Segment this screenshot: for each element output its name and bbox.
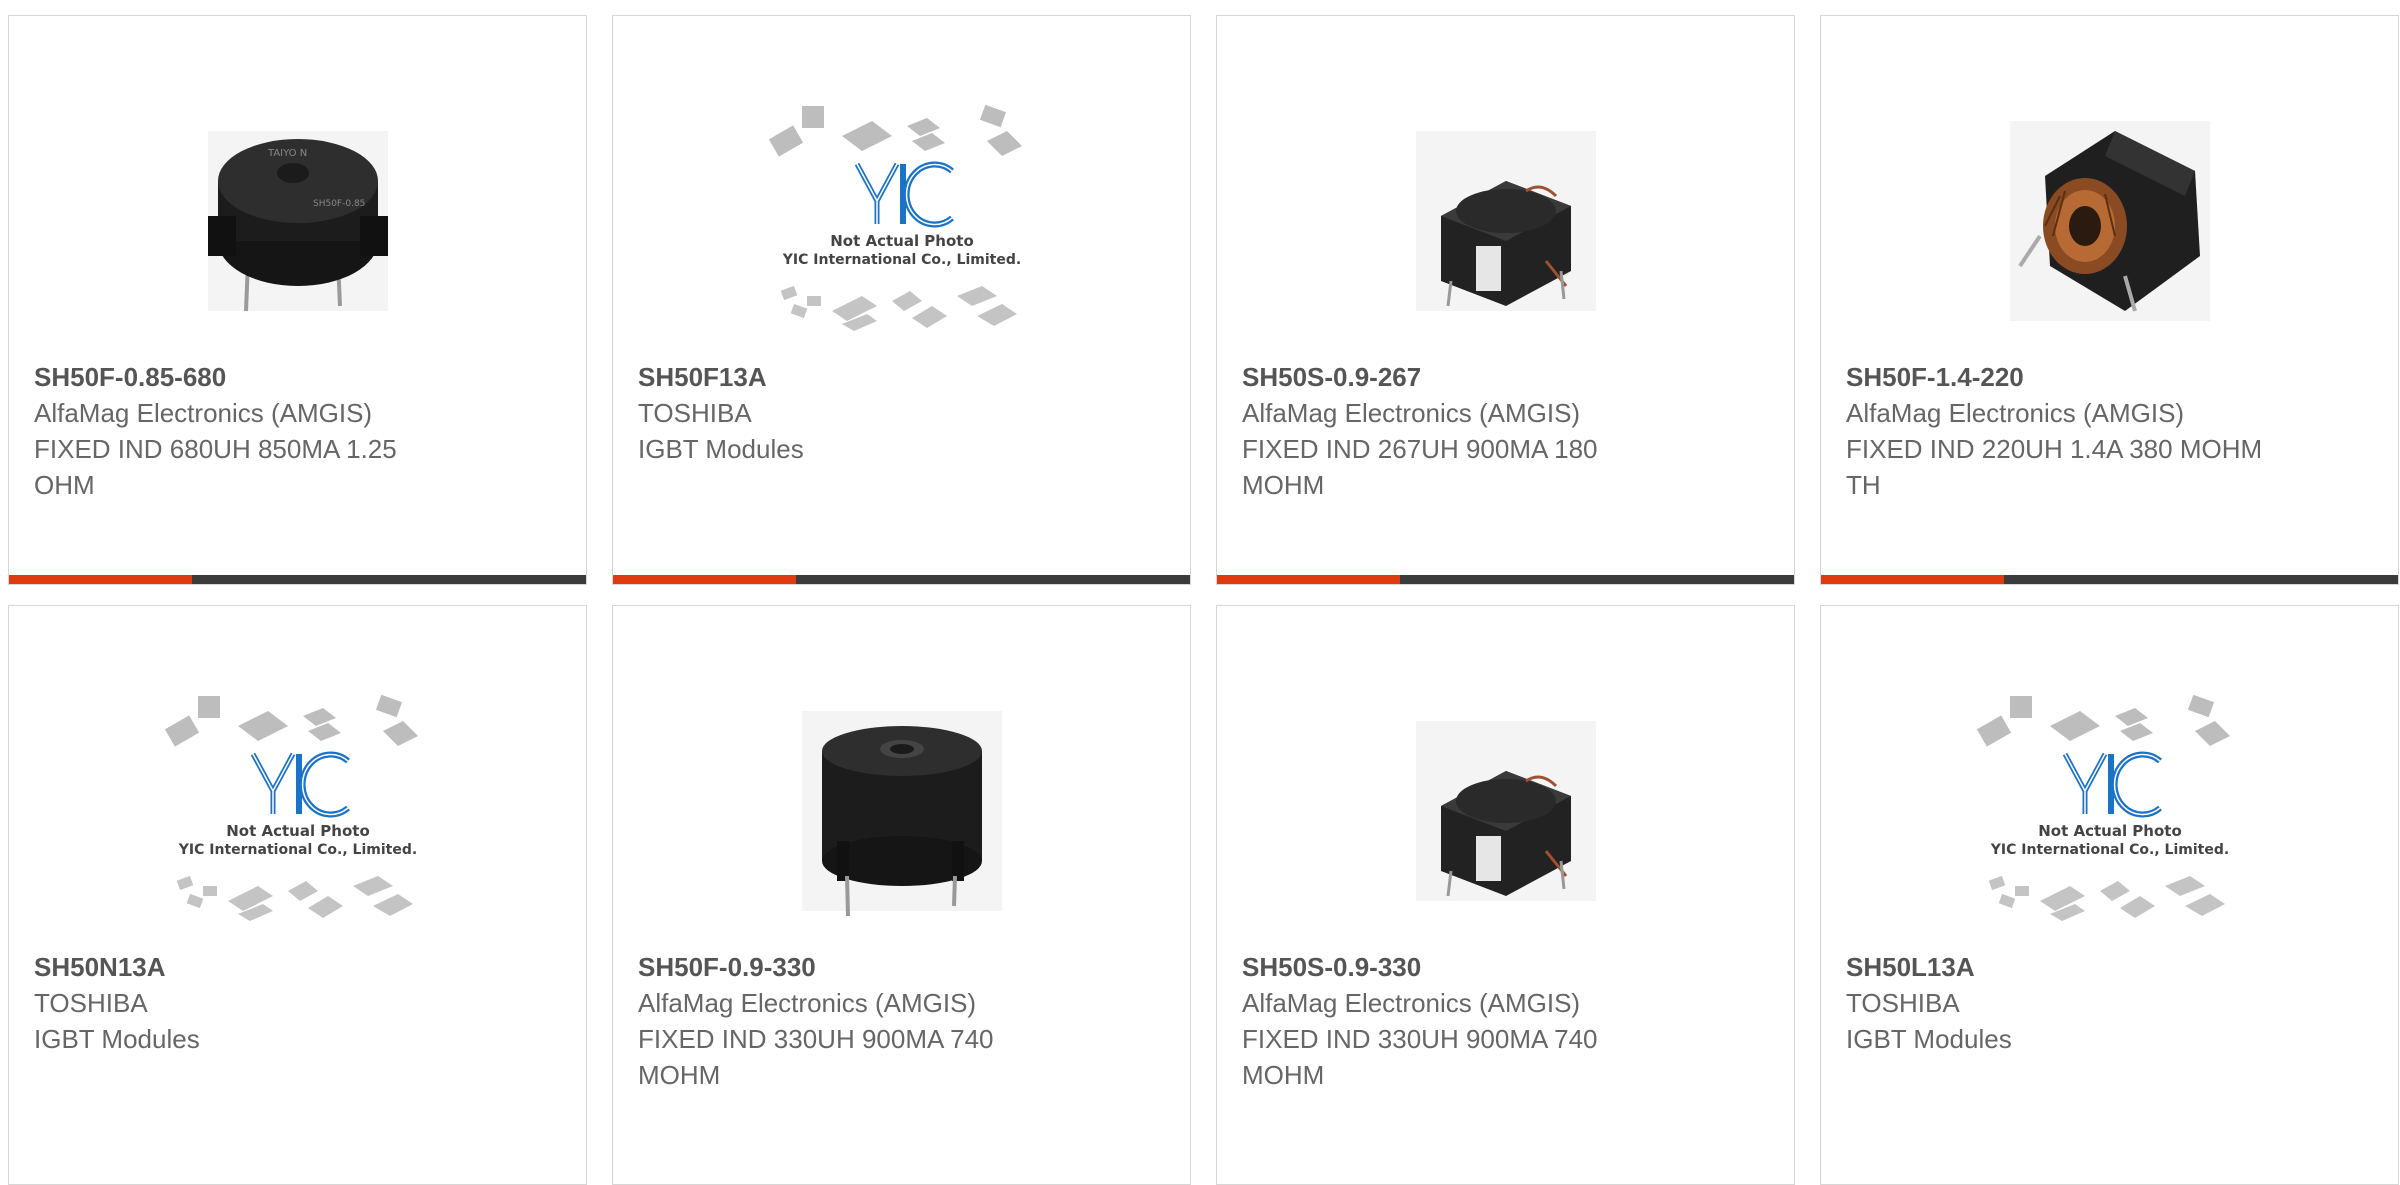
product-image[interactable] bbox=[1217, 71, 1794, 371]
square-inductor-icon bbox=[1415, 131, 1596, 311]
product-card[interactable]: Not Actual Photo YIC International Co., … bbox=[8, 605, 587, 1185]
part-number[interactable]: SH50N13A bbox=[34, 949, 464, 985]
part-number[interactable]: SH50F-0.9-330 bbox=[638, 949, 1068, 985]
square-inductor-icon bbox=[1415, 721, 1596, 901]
part-number[interactable]: SH50F-0.85-680 bbox=[34, 359, 464, 395]
manufacturer: TOSHIBA bbox=[1846, 988, 1960, 1018]
description: FIXED IND 680UH 850MA 1.25 OHM bbox=[34, 434, 397, 500]
manufacturer: AlfaMag Electronics (AMGIS) bbox=[1242, 988, 1581, 1018]
product-info: SH50F-1.4-220 AlfaMag Electronics (AMGIS… bbox=[1846, 359, 2276, 503]
product-card[interactable]: SH50S-0.9-330 AlfaMag Electronics (AMGIS… bbox=[1216, 605, 1795, 1185]
description: FIXED IND 330UH 900MA 740 MOHM bbox=[638, 1024, 994, 1090]
product-image[interactable]: TAIYO N SH50F-0.85 bbox=[9, 71, 586, 371]
card-accent-bar bbox=[1821, 575, 2004, 584]
manufacturer: AlfaMag Electronics (AMGIS) bbox=[1846, 398, 2185, 428]
manufacturer: AlfaMag Electronics (AMGIS) bbox=[638, 988, 977, 1018]
part-number[interactable]: SH50F13A bbox=[638, 359, 1068, 395]
not-actual-photo-placeholder-icon: Not Actual Photo YIC International Co., … bbox=[164, 694, 418, 921]
product-image[interactable]: Not Actual Photo YIC International Co., … bbox=[613, 71, 1190, 371]
description: IGBT Modules bbox=[638, 434, 804, 464]
description: FIXED IND 220UH 1.4A 380 MOHM TH bbox=[1846, 434, 2263, 500]
description: FIXED IND 267UH 900MA 180 MOHM bbox=[1242, 434, 1598, 500]
card-accent-bar bbox=[1217, 575, 1400, 584]
part-number[interactable]: SH50S-0.9-330 bbox=[1242, 949, 1672, 985]
product-image[interactable] bbox=[1217, 661, 1794, 961]
placeholder-line2: YIC International Co., Limited. bbox=[1989, 842, 2228, 858]
description: FIXED IND 330UH 900MA 740 MOHM bbox=[1242, 1024, 1598, 1090]
manufacturer: AlfaMag Electronics (AMGIS) bbox=[34, 398, 373, 428]
placeholder-line1: Not Actual Photo bbox=[830, 232, 974, 250]
product-info: SH50L13A TOSHIBA IGBT Modules bbox=[1846, 949, 2276, 1057]
drum-inductor-side-icon bbox=[801, 711, 1002, 917]
card-bottom-bar bbox=[1821, 575, 2398, 584]
product-card[interactable]: Not Actual Photo YIC International Co., … bbox=[612, 15, 1191, 585]
product-image[interactable] bbox=[1821, 71, 2398, 371]
svg-text:SH50F-0.85: SH50F-0.85 bbox=[313, 199, 365, 209]
product-info: SH50F-0.9-330 AlfaMag Electronics (AMGIS… bbox=[638, 949, 1068, 1093]
product-image[interactable]: Not Actual Photo YIC International Co., … bbox=[9, 661, 586, 961]
not-actual-photo-placeholder-icon: Not Actual Photo YIC International Co., … bbox=[768, 104, 1022, 331]
card-accent-bar bbox=[9, 575, 192, 584]
drum-inductor-top-icon: TAIYO N SH50F-0.85 bbox=[207, 131, 388, 312]
not-actual-photo-placeholder-icon: Not Actual Photo YIC International Co., … bbox=[1976, 694, 2230, 921]
product-image[interactable] bbox=[613, 661, 1190, 961]
manufacturer: AlfaMag Electronics (AMGIS) bbox=[1242, 398, 1581, 428]
placeholder-line2: YIC International Co., Limited. bbox=[177, 842, 416, 858]
part-number[interactable]: SH50S-0.9-267 bbox=[1242, 359, 1672, 395]
product-card[interactable]: SH50F-0.9-330 AlfaMag Electronics (AMGIS… bbox=[612, 605, 1191, 1185]
product-info: SH50F13A TOSHIBA IGBT Modules bbox=[638, 359, 1068, 467]
manufacturer: TOSHIBA bbox=[638, 398, 752, 428]
product-info: SH50S-0.9-267 AlfaMag Electronics (AMGIS… bbox=[1242, 359, 1672, 503]
svg-text:TAIYO N: TAIYO N bbox=[267, 148, 307, 159]
part-number[interactable]: SH50F-1.4-220 bbox=[1846, 359, 2276, 395]
product-card[interactable]: Not Actual Photo YIC International Co., … bbox=[1820, 605, 2399, 1185]
product-image[interactable]: Not Actual Photo YIC International Co., … bbox=[1821, 661, 2398, 961]
manufacturer: TOSHIBA bbox=[34, 988, 148, 1018]
card-accent-bar bbox=[613, 575, 796, 584]
card-bottom-bar bbox=[613, 575, 1190, 584]
toroid-inductor-icon bbox=[2009, 121, 2210, 321]
product-info: SH50N13A TOSHIBA IGBT Modules bbox=[34, 949, 464, 1057]
placeholder-line1: Not Actual Photo bbox=[2038, 822, 2182, 840]
description: IGBT Modules bbox=[1846, 1024, 2012, 1054]
product-grid: TAIYO N SH50F-0.85 SH50F-0.85-680 AlfaMa… bbox=[0, 0, 2400, 1185]
description: IGBT Modules bbox=[34, 1024, 200, 1054]
product-card[interactable]: TAIYO N SH50F-0.85 SH50F-0.85-680 AlfaMa… bbox=[8, 15, 587, 585]
product-card[interactable]: SH50S-0.9-267 AlfaMag Electronics (AMGIS… bbox=[1216, 15, 1795, 585]
product-info: SH50F-0.85-680 AlfaMag Electronics (AMGI… bbox=[34, 359, 464, 503]
card-bottom-bar bbox=[1217, 575, 1794, 584]
product-info: SH50S-0.9-330 AlfaMag Electronics (AMGIS… bbox=[1242, 949, 1672, 1093]
placeholder-line1: Not Actual Photo bbox=[226, 822, 370, 840]
product-card[interactable]: SH50F-1.4-220 AlfaMag Electronics (AMGIS… bbox=[1820, 15, 2399, 585]
card-bottom-bar bbox=[9, 575, 586, 584]
placeholder-line2: YIC International Co., Limited. bbox=[781, 252, 1020, 268]
part-number[interactable]: SH50L13A bbox=[1846, 949, 2276, 985]
